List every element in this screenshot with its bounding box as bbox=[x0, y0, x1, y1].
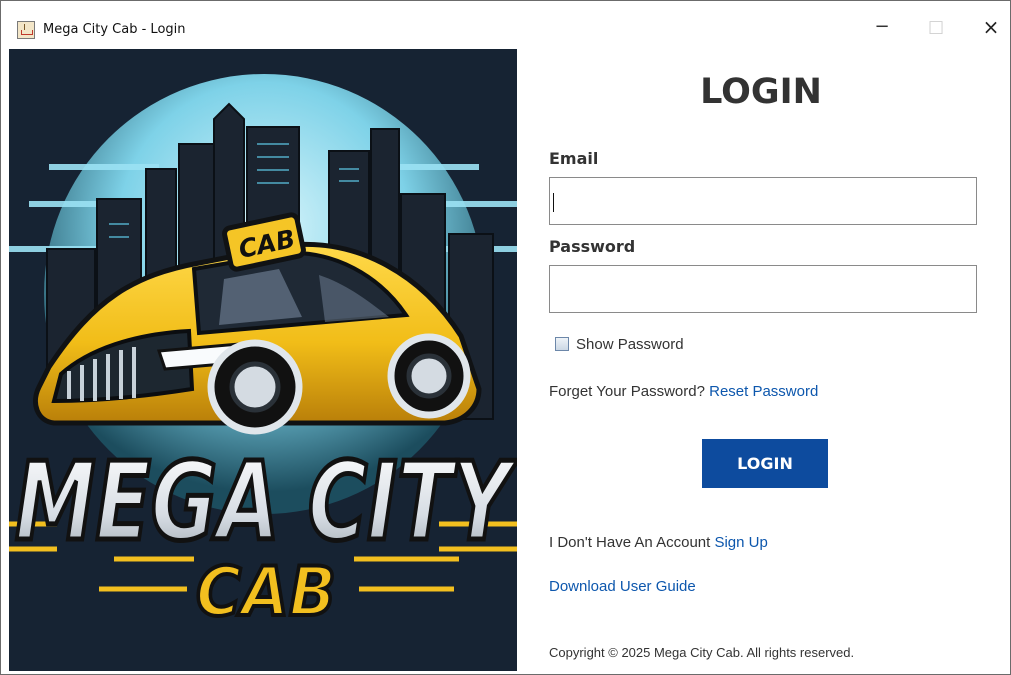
brand-title-line1: MEGA CITY bbox=[15, 440, 517, 565]
login-button[interactable]: LOGIN bbox=[702, 439, 828, 488]
forgot-password-row: Forget Your Password? Reset Password bbox=[549, 383, 818, 400]
forgot-password-text: Forget Your Password? bbox=[549, 383, 705, 400]
brand-title-line2: CAB bbox=[196, 553, 336, 632]
email-field[interactable] bbox=[549, 177, 977, 225]
signup-row: I Don't Have An Account Sign Up bbox=[549, 534, 768, 551]
show-password-toggle[interactable]: Show Password bbox=[555, 334, 684, 354]
page-title: LOGIN bbox=[700, 72, 822, 112]
title-bar[interactable]: Mega City Cab - Login − □ × bbox=[1, 1, 1010, 39]
taxi-skyline-illustration: CAB MEGA CITY CAB bbox=[9, 49, 517, 671]
password-label: Password bbox=[549, 237, 636, 256]
password-field[interactable] bbox=[549, 265, 977, 313]
window-title: Mega City Cab - Login bbox=[43, 22, 186, 37]
minimize-button[interactable]: − bbox=[865, 15, 899, 39]
show-password-label: Show Password bbox=[576, 335, 684, 353]
download-user-guide-link[interactable]: Download User Guide bbox=[549, 578, 696, 595]
sign-up-link[interactable]: Sign Up bbox=[714, 534, 767, 551]
no-account-text: I Don't Have An Account bbox=[549, 534, 711, 551]
show-password-checkbox[interactable] bbox=[555, 337, 569, 351]
copyright-text: Copyright © 2025 Mega City Cab. All righ… bbox=[549, 645, 855, 660]
mega-city-cab-logo: CAB MEGA CITY CAB bbox=[9, 49, 517, 671]
java-app-icon bbox=[17, 21, 35, 39]
login-form-panel: LOGIN Email Password Show Password Forge… bbox=[549, 49, 1009, 671]
email-label: Email bbox=[549, 149, 599, 168]
text-cursor bbox=[553, 193, 554, 212]
login-window: Mega City Cab - Login − □ × CAB MEGA CIT… bbox=[0, 0, 1011, 675]
reset-password-link[interactable]: Reset Password bbox=[709, 383, 818, 400]
maximize-button[interactable]: □ bbox=[919, 15, 953, 39]
close-button[interactable]: × bbox=[974, 15, 1008, 39]
